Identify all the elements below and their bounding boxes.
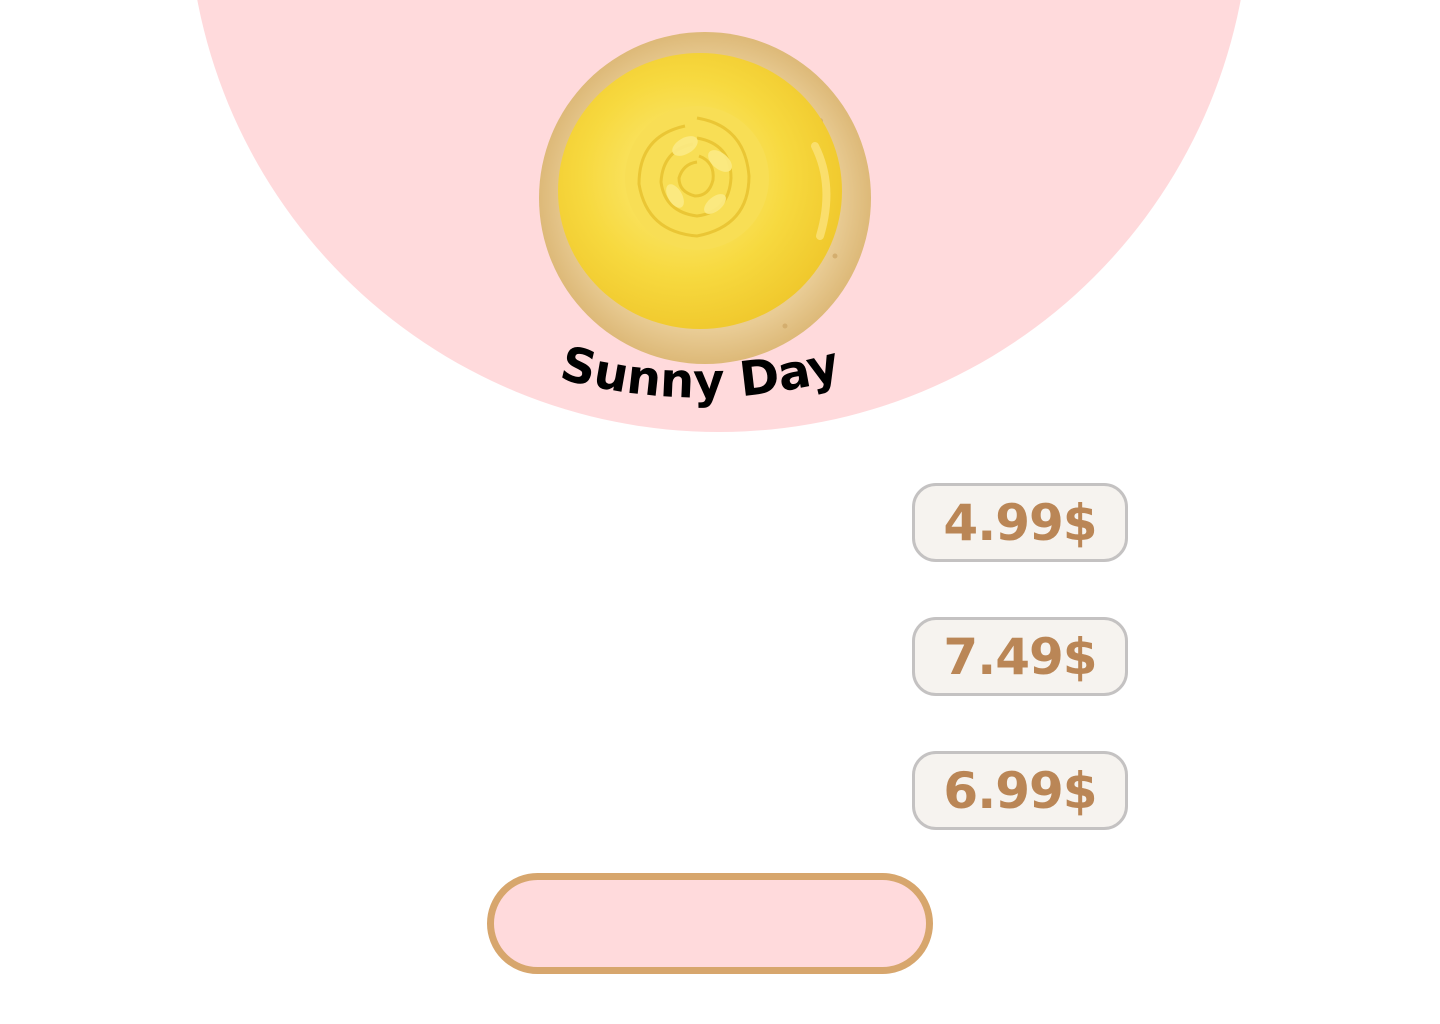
product-title: Sunny Day (555, 336, 844, 410)
product-page: Sunny Day 4.99$ 7.49$ 6.99$ (0, 0, 1440, 1024)
price-option-medium[interactable]: 6.99$ (912, 751, 1128, 830)
price-option-large[interactable]: 7.49$ (912, 617, 1128, 696)
svg-text:Sunny Day: Sunny Day (555, 336, 844, 410)
price-label: 4.99$ (943, 493, 1097, 552)
cookie-image (539, 32, 871, 364)
price-label: 6.99$ (943, 761, 1097, 820)
add-to-cart-button[interactable] (487, 873, 933, 974)
price-option-small[interactable]: 4.99$ (912, 483, 1128, 562)
price-label: 7.49$ (943, 627, 1097, 686)
product-title-text: Sunny Day (555, 336, 844, 410)
